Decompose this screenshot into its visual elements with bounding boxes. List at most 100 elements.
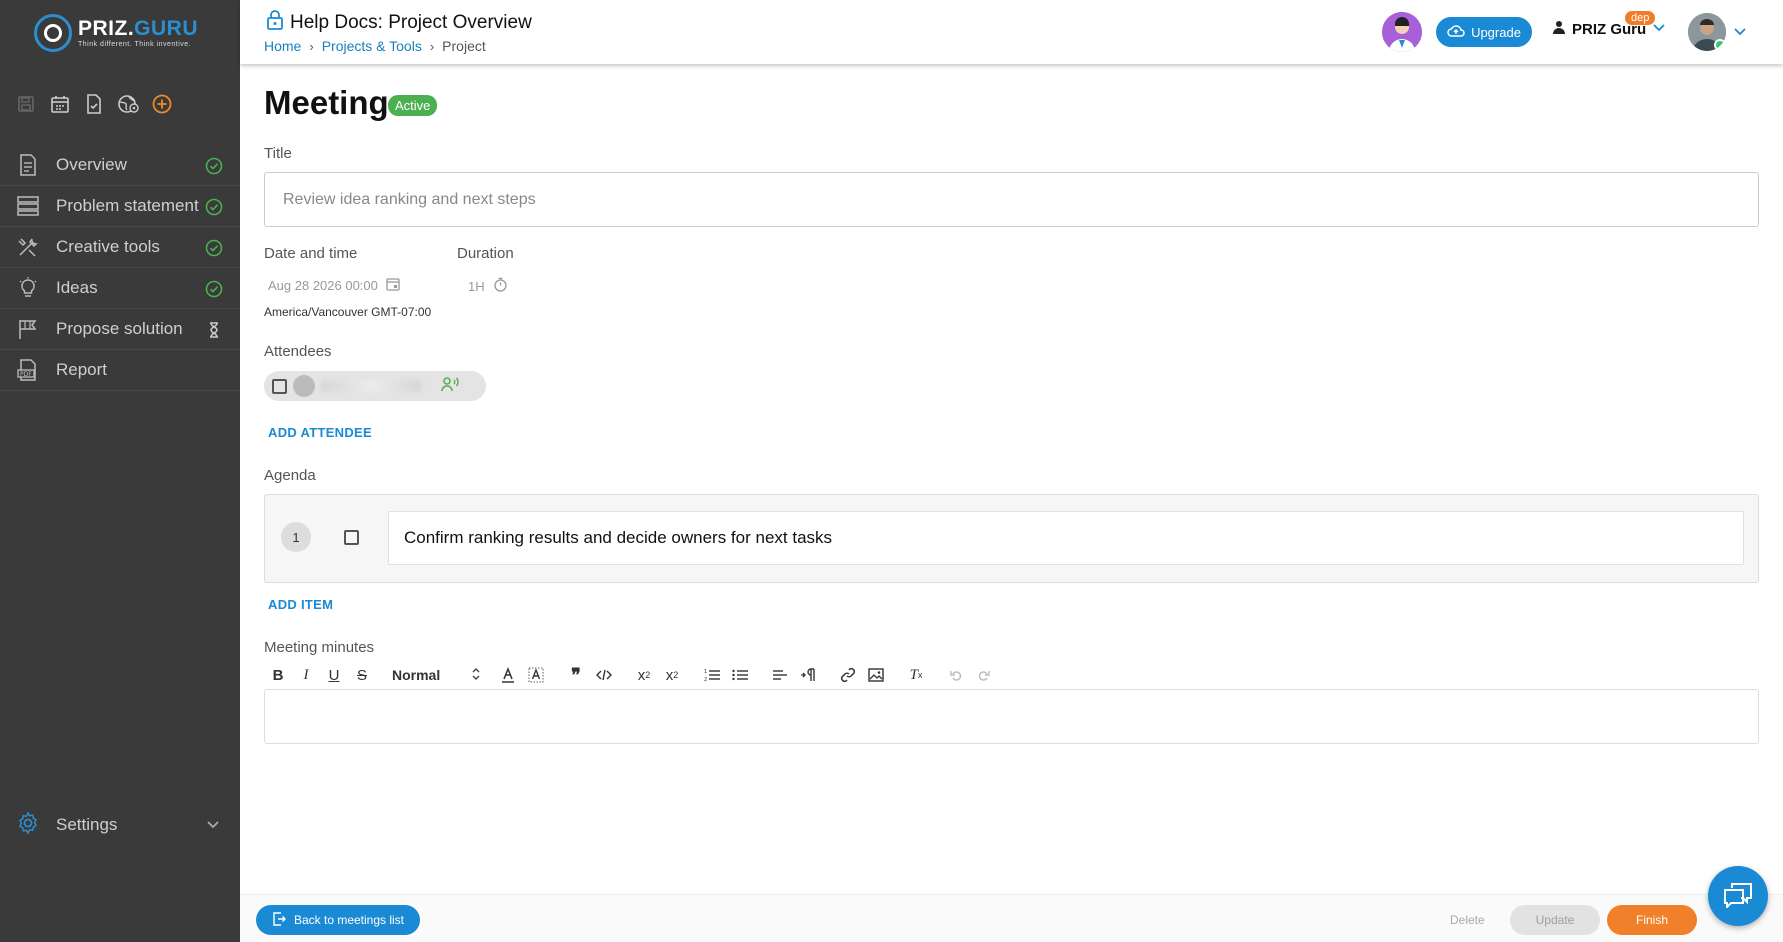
sidebar-item-ideas[interactable]: Ideas: [0, 268, 240, 309]
check-circle-icon: [205, 280, 223, 298]
date-time-picker[interactable]: Aug 28 2026 00:00: [268, 277, 400, 294]
sidebar-item-settings[interactable]: Settings: [0, 805, 240, 845]
chevron-right-icon: ›: [309, 38, 314, 54]
pdf-icon: PDF: [16, 358, 40, 382]
breadcrumb-home[interactable]: Home: [264, 38, 301, 54]
chevron-down-icon: [1652, 20, 1666, 38]
chevron-down-icon[interactable]: [1733, 24, 1747, 43]
chevron-right-icon: ›: [429, 38, 435, 54]
meeting-title-input[interactable]: Review idea ranking and next steps: [264, 172, 1759, 227]
settings-label: Settings: [56, 815, 118, 834]
redo-icon[interactable]: [970, 663, 998, 687]
top-header: Help Docs: Project Overview Home › Proje…: [240, 0, 1783, 64]
agenda-item-input[interactable]: Confirm ranking results and decide owner…: [388, 511, 1744, 565]
save-icon[interactable]: [14, 92, 38, 116]
clear-format-icon[interactable]: Tx: [902, 663, 930, 687]
highlight-icon[interactable]: [522, 663, 550, 687]
logo[interactable]: PRIZ.GURU Think different. Think inventi…: [34, 10, 198, 56]
back-to-meetings-button[interactable]: Back to meetings list: [256, 905, 420, 935]
attendee-avatar: [293, 375, 315, 397]
finish-button[interactable]: Finish: [1607, 905, 1697, 935]
blockquote-icon[interactable]: ❞: [562, 663, 590, 687]
svg-text:PDF: PDF: [20, 371, 32, 378]
breadcrumb: Home › Projects & Tools › Project: [264, 38, 486, 54]
brand-name-a: PRIZ.: [78, 17, 135, 40]
code-icon[interactable]: [590, 663, 618, 687]
brand-tagline: Think different. Think inventive.: [78, 41, 192, 48]
page-title: Meeting: [264, 84, 389, 121]
bullet-list-icon[interactable]: [726, 663, 754, 687]
hourglass-icon: [205, 321, 223, 339]
text-color-icon[interactable]: [494, 663, 522, 687]
attendees-label: Attendees: [264, 343, 332, 360]
chat-widget-button[interactable]: [1708, 866, 1768, 926]
lightbulb-icon: [16, 276, 40, 300]
image-icon[interactable]: [862, 663, 890, 687]
undo-icon[interactable]: [942, 663, 970, 687]
status-badge: Active: [388, 95, 438, 116]
agenda-label: Agenda: [264, 467, 316, 484]
attendee-chip[interactable]: [264, 371, 486, 401]
assistant-avatar[interactable]: [1382, 12, 1422, 52]
strikethrough-icon[interactable]: S: [348, 663, 376, 687]
sidebar-item-label: Problem statement: [56, 196, 199, 215]
duration-picker[interactable]: 1H: [468, 277, 508, 295]
sidebar: PRIZ.GURU Think different. Think inventi…: [0, 0, 240, 942]
title-label: Title: [264, 145, 292, 162]
sidebar-item-creative-tools[interactable]: Creative tools: [0, 227, 240, 268]
project-nav: Overview Problem statement Creative tool…: [0, 145, 240, 391]
gear-icon: [16, 810, 40, 840]
lock-icon: [266, 9, 284, 37]
text-format-select[interactable]: Normal: [386, 663, 486, 687]
globe-settings-icon[interactable]: [116, 92, 140, 116]
text-direction-icon[interactable]: [794, 663, 822, 687]
sidebar-item-label: Propose solution: [56, 319, 183, 338]
sidebar-item-problem-statement[interactable]: Problem statement: [0, 186, 240, 227]
document-check-icon[interactable]: [82, 92, 106, 116]
user-avatar[interactable]: [1688, 13, 1726, 51]
subscript-icon[interactable]: x2: [630, 663, 658, 687]
add-item-button[interactable]: ADD ITEM: [268, 597, 333, 612]
speaker-icon[interactable]: [441, 376, 461, 397]
calendar-icon: [386, 277, 400, 294]
back-label: Back to meetings list: [293, 913, 405, 927]
overview-icon: [16, 153, 40, 177]
superscript-icon[interactable]: x2: [658, 663, 686, 687]
attendee-name-redacted: [321, 380, 421, 392]
align-left-icon[interactable]: [766, 663, 794, 687]
bold-icon[interactable]: B: [264, 663, 292, 687]
italic-icon[interactable]: I: [292, 663, 320, 687]
sidebar-item-label: Ideas: [56, 278, 98, 297]
editor-toolbar: B I U S Normal ❞ x2 x2 12 Tx: [264, 663, 998, 687]
agenda-item-checkbox[interactable]: [344, 530, 359, 545]
person-icon: [1552, 20, 1566, 38]
breadcrumb-projects[interactable]: Projects & Tools: [322, 38, 422, 54]
flag-icon: [16, 317, 40, 341]
check-circle-icon: [205, 198, 223, 216]
main-content: Meeting Active Title Review idea ranking…: [240, 64, 1783, 894]
meeting-minutes-editor[interactable]: [264, 689, 1759, 744]
logo-mark-icon: [34, 14, 72, 52]
upgrade-label: Upgrade: [1471, 24, 1521, 40]
delete-button[interactable]: Delete: [1450, 913, 1485, 927]
underline-icon[interactable]: U: [320, 663, 348, 687]
add-circle-icon[interactable]: [150, 92, 174, 116]
calendar-icon[interactable]: [48, 92, 72, 116]
sidebar-item-report[interactable]: PDF Report: [0, 350, 240, 391]
add-attendee-button[interactable]: ADD ATTENDEE: [268, 425, 372, 440]
sidebar-item-propose-solution[interactable]: Propose solution: [0, 309, 240, 350]
page-header-title: Help Docs: Project Overview: [290, 12, 532, 33]
timezone-text: America/Vancouver GMT-07:00: [264, 305, 432, 319]
text-format-value: Normal: [392, 667, 441, 683]
update-button[interactable]: Update: [1510, 905, 1600, 935]
upgrade-button[interactable]: Upgrade: [1436, 17, 1532, 47]
ordered-list-icon[interactable]: 12: [698, 663, 726, 687]
sidebar-item-overview[interactable]: Overview: [0, 145, 240, 186]
brand-name-b: GURU: [134, 17, 199, 40]
link-icon[interactable]: [834, 663, 862, 687]
chat-icon: [1723, 880, 1753, 913]
svg-text:2: 2: [704, 677, 707, 682]
sidebar-item-label: Overview: [56, 155, 127, 174]
check-circle-icon: [205, 239, 223, 257]
attendee-checkbox[interactable]: [272, 378, 287, 394]
